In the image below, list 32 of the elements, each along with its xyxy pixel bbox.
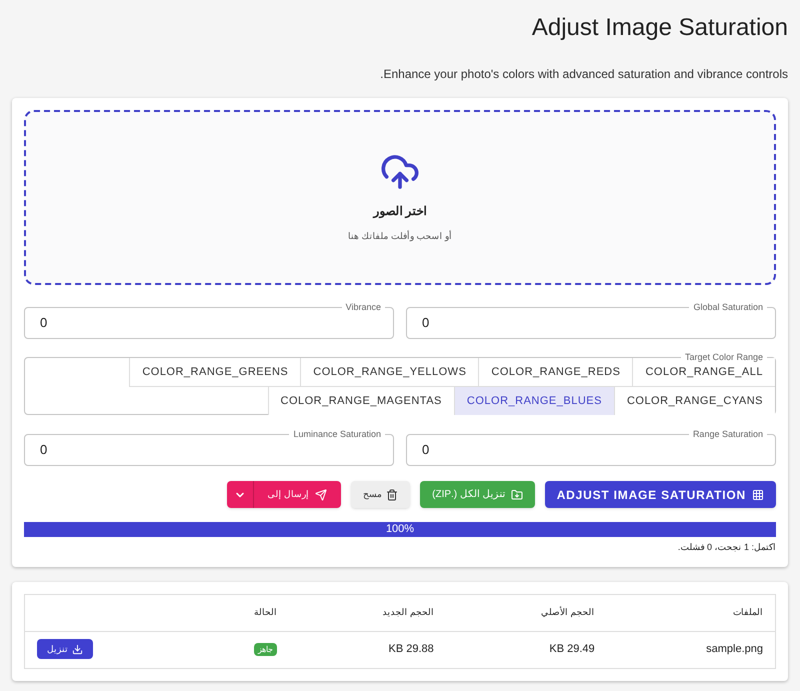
field-value: 0	[40, 314, 48, 332]
column-header: الحالة	[192, 594, 290, 631]
status-text: اكتمل: 1 نجحت، 0 فشلت.	[676, 541, 776, 554]
send-to-button[interactable]: إرسال إلى	[254, 481, 342, 508]
grid-icon	[752, 488, 764, 500]
dropzone-title: اختر الصور	[373, 203, 427, 220]
status-badge: جاهز	[254, 643, 278, 656]
color-range-option[interactable]: COLOR_RANGE_BLUES	[454, 387, 614, 415]
dropdown-button[interactable]	[226, 481, 254, 508]
progress-reading: 100%	[384, 522, 416, 537]
clear-button[interactable]: مسح	[351, 481, 410, 508]
download-button[interactable]: تنزيل	[37, 639, 93, 660]
folder-download-icon	[510, 488, 523, 500]
field-value: 0	[40, 441, 48, 460]
field-value: 0	[422, 314, 430, 332]
table-cell: 29.49 KB	[446, 631, 607, 668]
trash-icon	[386, 488, 398, 500]
color-range-option[interactable]: COLOR_RANGE_CYANS	[614, 387, 775, 415]
page-subtitle: Enhance your photo's colors with advanced saturation and vibrance controls.	[379, 66, 788, 82]
table-cell: sample.png	[606, 631, 776, 668]
page-title: Adjust Image Saturation	[530, 13, 788, 43]
field-value: 0	[422, 441, 430, 460]
column-header: الحجم الجديد	[289, 594, 446, 631]
column-header: الملفات	[606, 594, 776, 631]
table-cell: 29.88 KB	[289, 631, 446, 668]
dropzone-hint: أو اسحب وأفلت ملفاتك هنا	[348, 230, 452, 244]
column-header: الحجم الأصلي	[446, 594, 607, 631]
send-icon	[315, 488, 328, 500]
adjust-button[interactable]: ADJUST IMAGE SATURATION	[544, 481, 776, 508]
download-icon	[72, 644, 83, 655]
drop-zone[interactable]: اختر الصور أو اسحب وأفلت ملفاتك هنا	[24, 110, 776, 285]
cloud-upload-icon	[380, 152, 420, 192]
